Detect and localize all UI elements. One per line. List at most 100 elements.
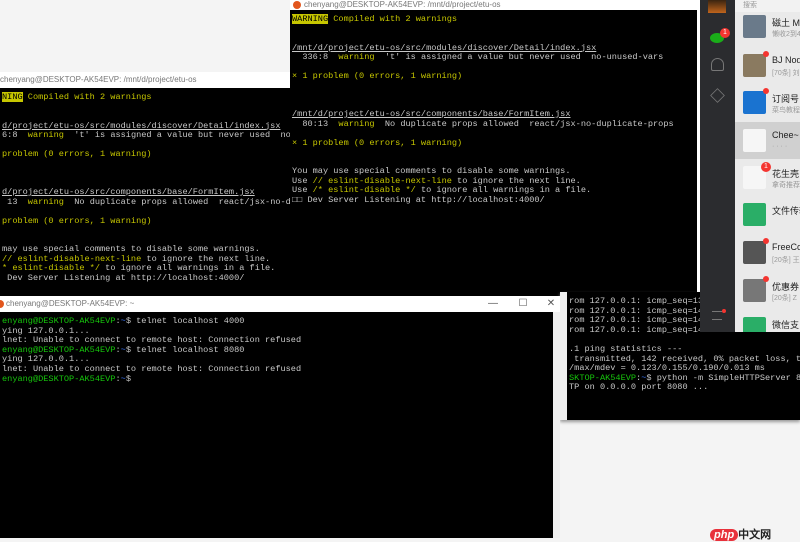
terminal-line: may use special comments to disable some… <box>2 244 260 254</box>
wechat-window[interactable]: 1 搜索 磁土 M 懒收2到4 BJ Nod [70条] 刘 订阅号 菜鸟教程 … <box>700 0 800 332</box>
contacts-icon[interactable] <box>711 58 724 71</box>
terminal-line: Dev Server Listening at http://localhost… <box>2 273 244 283</box>
terminal-text: rom 127.0.0.1: icmp_seq=139 t <box>569 296 719 306</box>
terminal-text: may use special comments to disable some… <box>2 244 260 254</box>
terminal-text: ying 127.0.0.1... <box>2 325 90 336</box>
chat-list-item[interactable]: 微信支 <box>735 310 800 332</box>
window-titlebar[interactable]: chenyang@DESKTOP-AK54EVP: ~ — ☐ ✕ <box>0 296 560 312</box>
window-titlebar[interactable]: chenyang@DESKTOP-AK54EVP: /mnt/d/project… <box>290 0 700 10</box>
terminal-text: /max/mdev = 0.123/0.155/0.190/0.013 ms <box>569 363 765 374</box>
chat-list-item[interactable]: 花生壳 拿奇推荐 1 <box>735 159 800 196</box>
terminal-text: 336:8 <box>292 52 339 62</box>
window-titlebar[interactable]: chenyang@DESKTOP-AK54EVP: /mnt/d/project… <box>0 72 292 88</box>
chat-avatar <box>743 54 766 77</box>
chat-avatar <box>743 241 766 264</box>
notification-dot <box>722 309 726 313</box>
terminal-text: /mnt/d/project/etu-os/src/components/bas… <box>292 109 571 119</box>
window-title: chenyang@DESKTOP-AK54EVP: ~ <box>6 299 135 308</box>
terminal-line: enyang@DESKTOP-AK54EVP:~$ telnet localho… <box>2 316 244 326</box>
terminal-output[interactable]: enyang@DESKTOP-AK54EVP:~$ telnet localho… <box>0 314 553 538</box>
window-title: chenyang@DESKTOP-AK54EVP: /mnt/d/project… <box>304 0 501 9</box>
chat-list[interactable]: 搜索 磁土 M 懒收2到4 BJ Nod [70条] 刘 订阅号 菜鸟教程 Ch… <box>735 0 800 332</box>
ubuntu-icon <box>0 300 4 308</box>
chat-name: 花生壳 <box>772 169 800 179</box>
chat-list-item[interactable]: 文件传输 <box>735 196 800 233</box>
chat-name: 订阅号 <box>772 94 800 104</box>
chat-preview: 菜鸟教程 <box>772 107 800 114</box>
unread-dot <box>763 88 769 94</box>
terminal-text: enyang@DESKTOP-AK54EVP <box>2 316 116 326</box>
terminal-line: d/project/etu-os/src/components/base/For… <box>2 187 255 197</box>
avatar[interactable] <box>708 0 726 13</box>
terminal-output[interactable]: NING Compiled with 2 warnings d/project/e… <box>0 88 292 296</box>
terminal-text: transmitted, 142 received, 0% packet los… <box>569 353 800 364</box>
terminal-line: NING Compiled with 2 warnings <box>2 92 152 102</box>
terminal-line: * eslint-disable */ to ignore all warnin… <box>2 263 275 273</box>
chat-preview: [70条] 刘 <box>772 70 800 77</box>
chat-name: 微信支 <box>772 320 800 330</box>
box-icon[interactable] <box>710 88 725 103</box>
terminal-text: lnet: Unable to connect to remote host: … <box>2 335 302 346</box>
terminal-text: SKTOP-AK54EVP <box>569 372 637 383</box>
terminal-output[interactable]: WARNING Compiled with 2 warnings/mnt/d/p… <box>290 10 697 296</box>
terminal-line: problem (0 errors, 1 warning) <box>2 216 152 226</box>
ubuntu-icon <box>293 1 301 9</box>
chat-preview: 拿奇推荐 <box>772 182 800 189</box>
terminal-line: lnet: Unable to connect to remote host: … <box>2 364 301 374</box>
chat-list-item[interactable]: 优惠券 [20条] Z <box>735 272 800 309</box>
terminal-text: Compiled with 2 warnings <box>328 14 458 24</box>
terminal-line: ying 127.0.0.1... <box>2 354 90 364</box>
terminal-line: 13 warning No duplicate props allowed re… <box>2 197 292 207</box>
terminal-text: Use <box>292 185 313 195</box>
terminal-text: Use <box>292 175 313 186</box>
chat-name: FreeCo <box>772 242 800 252</box>
terminal-line: rom 127.0.0.1: icmp_seq=139 t <box>569 296 719 306</box>
chat-name: Chee~ <box>772 130 799 140</box>
terminal-text: d/project/etu-os/src/components/base/For… <box>2 187 255 197</box>
terminal-line: rom 127.0.0.1: icmp_seq=141 t <box>569 315 719 325</box>
terminal-text: /* eslint-disable */ <box>312 185 416 195</box>
terminal-text: WARNING <box>292 14 329 24</box>
unread-dot <box>763 276 769 282</box>
terminal-text: enyang@DESKTOP-AK54EVP <box>2 373 116 384</box>
chat-preview: [20条] 王 <box>772 257 800 264</box>
menu-icon[interactable] <box>712 311 722 320</box>
terminal-text: □□ Dev Server Listening at http://localh… <box>292 194 545 205</box>
terminal-window-devserver-right[interactable]: chenyang@DESKTOP-AK54EVP: /mnt/d/project… <box>290 0 700 296</box>
chat-avatar <box>743 203 766 226</box>
chat-list-item[interactable]: BJ Nod [70条] 刘 <box>735 47 800 84</box>
unread-dot <box>763 51 769 57</box>
terminal-text: $ telnet localhost 4000 <box>125 316 245 326</box>
terminal-line: // eslint-disable-next-line to ignore th… <box>2 254 270 264</box>
chat-avatar <box>743 15 766 38</box>
chat-list-item[interactable]: Chee~ · · · · <box>735 122 800 159</box>
chat-list-item[interactable]: FreeCo [20条] 王 <box>735 234 800 271</box>
terminal-line: TP on 0.0.0.0 port 8080 ... <box>569 382 708 392</box>
maximize-button[interactable]: ☐ <box>510 296 536 312</box>
terminal-text: × 1 problem (0 errors, 1 warning) <box>292 71 463 81</box>
terminal-window-devserver-left[interactable]: chenyang@DESKTOP-AK54EVP: /mnt/d/project… <box>0 72 292 296</box>
terminal-window-telnet[interactable]: chenyang@DESKTOP-AK54EVP: ~ — ☐ ✕ enyang… <box>0 296 560 538</box>
terminal-line: SKTOP-AK54EVP:~$ python -m SimpleHTTPSer… <box>569 373 800 383</box>
scrollbar[interactable] <box>553 312 560 538</box>
terminal-line: Use // eslint-disable-next-line to ignor… <box>292 176 581 186</box>
chat-preview: [20条] Z <box>772 295 797 302</box>
terminal-line: rom 127.0.0.1: icmp_seq=140 t <box>569 306 719 316</box>
chat-avatar <box>743 129 766 152</box>
terminal-text: $ <box>125 373 131 384</box>
scrollbar[interactable] <box>560 292 567 420</box>
chat-list-item[interactable]: 磁土 M 懒收2到4 <box>735 8 800 45</box>
close-button[interactable]: ✕ <box>538 296 560 312</box>
terminal-text: × 1 problem (0 errors, 1 warning) <box>292 137 463 148</box>
terminal-line: × 1 problem (0 errors, 1 warning) <box>292 71 462 81</box>
chat-list-item[interactable]: 订阅号 菜鸟教程 <box>735 84 800 121</box>
minimize-button[interactable]: — <box>480 296 506 312</box>
terminal-text: problem (0 errors, 1 warning) <box>2 215 152 226</box>
terminal-text: rom 127.0.0.1: icmp_seq=140 t <box>569 305 719 316</box>
terminal-text: Compiled with 2 warnings <box>22 92 152 102</box>
terminal-text: problem (0 errors, 1 warning) <box>2 149 152 159</box>
terminal-text: to ignore the next line. <box>451 175 581 186</box>
terminal-line: enyang@DESKTOP-AK54EVP:~$ telnet localho… <box>2 345 244 355</box>
chat-name: 磁土 M <box>772 18 800 28</box>
php-cn-watermark: php 中文网 <box>710 526 771 542</box>
